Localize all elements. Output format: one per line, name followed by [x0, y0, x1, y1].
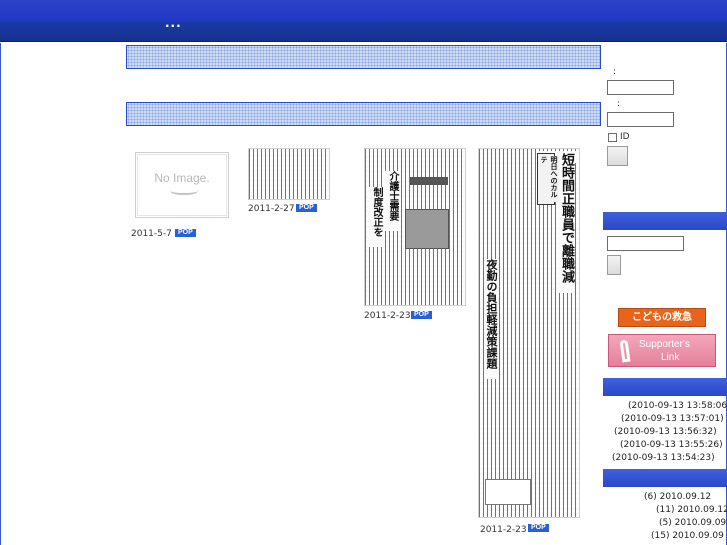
header-top-band [0, 0, 727, 22]
recent-entry-4[interactable]: (2010-09-13 13:55:26) [620, 440, 723, 450]
supporters-link-line2: Link [661, 352, 680, 363]
sidebar-section-bar-search [603, 212, 727, 230]
sidebar-section-bar-archive [603, 469, 727, 487]
recent-entry-2[interactable]: (2010-09-13 13:57:01) [621, 414, 724, 424]
clipping-headline-3a: 介護士需要 [385, 171, 400, 231]
pop-badge-4[interactable]: POP [528, 524, 549, 532]
header-nav-band [0, 22, 727, 42]
clipping-headline-3b: 制度改正を [369, 187, 384, 247]
pink-ribbon-icon [619, 339, 631, 363]
search-button[interactable] [607, 255, 621, 275]
archive-entry-2[interactable]: (11) 2010.09.12 [656, 505, 727, 515]
site-title[interactable]: ... [165, 16, 182, 30]
supporters-link-banner[interactable]: Supporter's Link [608, 334, 716, 367]
clipping-headline-4b: 夜勤の負担軽減策課題 [485, 259, 498, 379]
archive-entry-4[interactable]: (15) 2010.09.09 [651, 531, 724, 541]
recent-entry-1[interactable]: (2010-09-13 13:58:06) [628, 401, 727, 411]
clipping-thumbnail-1[interactable]: No Image. [135, 152, 229, 218]
left-border [0, 43, 1, 545]
clipping-thumbnail-4[interactable]: 短時間正職員で離職減 明日へのカルテ 夜勤の負担軽減策課題 [478, 148, 580, 518]
clipping-column-box: 明日へのカルテ [537, 153, 559, 205]
remember-id-checkbox[interactable] [608, 133, 617, 142]
pop-badge-3[interactable]: POP [411, 311, 432, 319]
login-password-input[interactable] [607, 112, 674, 127]
recent-entry-5[interactable]: (2010-09-13 13:54:23) [612, 453, 715, 463]
pop-badge-2[interactable]: POP [296, 204, 317, 212]
clipping-note-box [485, 479, 531, 505]
no-image-text: No Image. [154, 171, 210, 185]
clipping-thumbnail-3[interactable]: 介護士需要 制度改正を [364, 148, 466, 306]
sidebar-section-bar-recent [603, 378, 727, 396]
archive-entry-1[interactable]: (6) 2010.09.12 [644, 492, 711, 502]
clipping-column-title: 明日へのカルテ [539, 156, 559, 202]
section-bar-top [126, 45, 601, 69]
clipping-caption-bar [410, 177, 448, 185]
kodomo-kyukyu-banner[interactable]: こどもの救急 [618, 308, 706, 327]
login-label-1: : [613, 67, 617, 77]
remember-id-label: ID [620, 132, 630, 142]
pop-badge-1[interactable]: POP [175, 229, 196, 237]
archive-entry-3[interactable]: (5) 2010.09.09 [659, 518, 726, 528]
recent-entry-3[interactable]: (2010-09-13 13:56:32) [614, 427, 717, 437]
search-input[interactable] [607, 236, 684, 251]
clipping-thumbnail-2[interactable] [248, 148, 330, 200]
login-button[interactable] [607, 146, 628, 166]
clipping-photo [405, 209, 449, 249]
no-image-smile-icon [170, 187, 198, 195]
login-label-2: : [617, 99, 621, 109]
clipping-headline-4a: 短時間正職員で離職減 [559, 153, 574, 293]
no-image-frame [137, 154, 227, 216]
section-bar-clippings [126, 102, 601, 126]
page: ... No Image. 2011-5-7 POP 2011-2-27 POP… [0, 0, 727, 545]
clipping-date-2: 2011-2-27 [248, 204, 295, 214]
clipping-date-4: 2011-2-23 [480, 525, 527, 535]
clipping-date-1: 2011-5-7 [131, 229, 172, 239]
clipping-date-3: 2011-2-23 [364, 311, 411, 321]
login-id-input[interactable] [607, 80, 674, 95]
supporters-link-line1: Supporter's [639, 339, 690, 350]
